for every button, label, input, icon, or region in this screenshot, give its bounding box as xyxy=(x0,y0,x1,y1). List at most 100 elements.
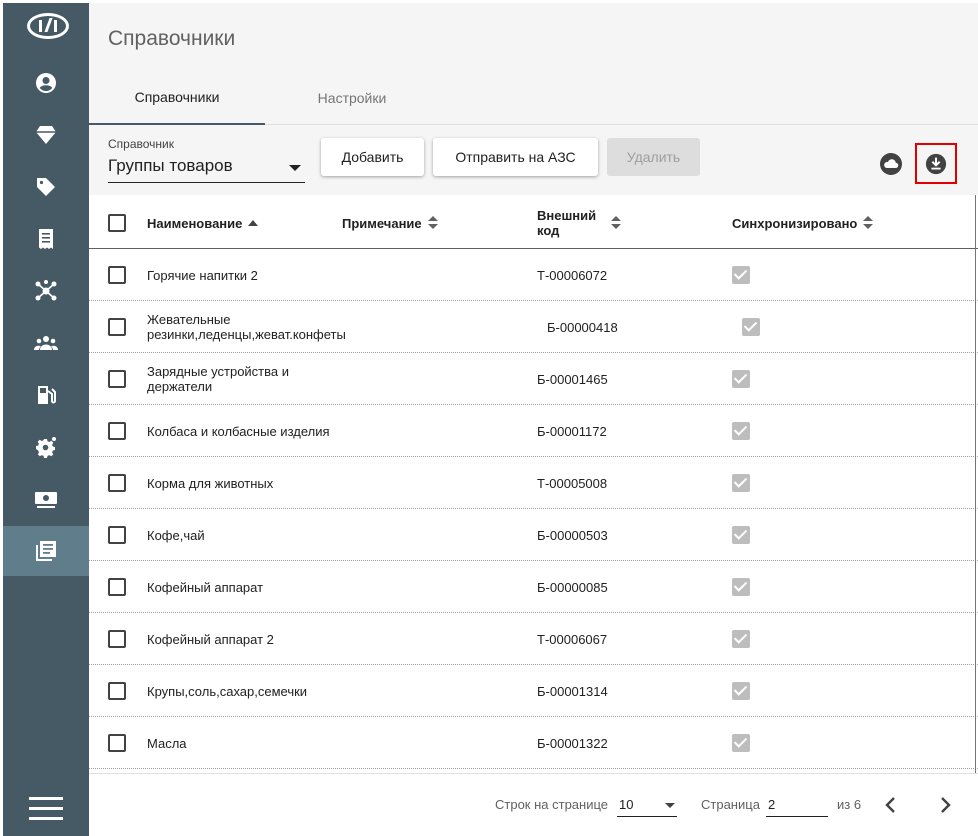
row-name: Колбаса и колбасные изделия xyxy=(147,424,330,439)
table-row[interactable]: Корма для животных Т-00005008 xyxy=(89,457,978,509)
toolbar: Справочник Группы товаров Добавить Отпра… xyxy=(89,125,978,195)
row-checkbox[interactable] xyxy=(108,734,126,752)
table-row[interactable]: Кофейный аппарат 2 Т-00006067 xyxy=(89,613,978,665)
row-external-code: Т-00006067 xyxy=(537,632,608,647)
add-button[interactable]: Добавить xyxy=(321,138,424,176)
row-checkbox[interactable] xyxy=(108,370,126,388)
table-row[interactable]: Кофе,чай Б-00000503 xyxy=(89,509,978,561)
next-page-button[interactable] xyxy=(935,795,955,815)
rows-per-page-label: Строк на странице xyxy=(495,797,609,812)
rows-per-page-select[interactable]: 10 xyxy=(617,793,677,817)
table-row[interactable]: Масла Б-00001322 xyxy=(89,717,978,769)
receipt-icon xyxy=(39,229,53,249)
cloud-icon[interactable] xyxy=(879,152,903,176)
row-external-code: Б-00000503 xyxy=(537,528,608,543)
sidebar-item-tags[interactable] xyxy=(3,162,89,212)
row-external-code: Т-00005008 xyxy=(537,476,608,491)
row-checkbox[interactable] xyxy=(108,318,126,336)
row-name: Зарядные устройства и держатели xyxy=(147,364,290,394)
reference-select-label: Справочник xyxy=(108,137,174,151)
column-header-external-code-label: Внешний код xyxy=(537,208,597,238)
sidebar-item-account[interactable] xyxy=(3,58,89,108)
row-checkbox[interactable] xyxy=(108,578,126,596)
synced-checkbox xyxy=(732,630,750,648)
column-header-note[interactable]: Примечание xyxy=(342,214,438,232)
page-header: Справочники xyxy=(89,3,978,71)
send-to-station-button[interactable]: Отправить на АЗС xyxy=(433,138,598,176)
chevron-left-icon xyxy=(885,797,895,813)
rows-per-page-value: 10 xyxy=(619,797,634,812)
row-name: Крупы,соль,сахар,семечки xyxy=(147,684,308,699)
synced-checkbox xyxy=(732,422,750,440)
column-header-name[interactable]: Наименование xyxy=(147,214,259,232)
page-title: Справочники xyxy=(108,27,236,50)
row-external-code: Б-00000085 xyxy=(537,580,608,595)
sidebar-item-diamond[interactable] xyxy=(3,110,89,160)
sort-icon xyxy=(611,216,621,230)
row-name: Кофейный аппарат xyxy=(147,580,264,595)
pagination-bar: Строк на странице 10 Страница из 6 xyxy=(89,773,978,836)
row-checkbox[interactable] xyxy=(108,422,126,440)
table-row[interactable]: Горячие напитки 2 Т-00006072 xyxy=(89,249,978,301)
row-checkbox[interactable] xyxy=(108,474,126,492)
chevron-right-icon xyxy=(941,797,951,813)
sort-icon xyxy=(427,216,438,230)
sidebar-item-settings[interactable] xyxy=(3,422,89,472)
sidebar-item-network[interactable] xyxy=(3,266,89,316)
table-header: Наименование Примечание Внешний код Синх… xyxy=(89,195,978,249)
download-icon xyxy=(925,153,947,175)
download-button[interactable] xyxy=(915,143,957,184)
synced-checkbox xyxy=(732,734,750,752)
column-header-external-code[interactable]: Внешний код xyxy=(537,207,621,239)
synced-checkbox xyxy=(732,266,750,284)
sort-ascending-icon xyxy=(248,220,259,226)
page-number-input[interactable] xyxy=(766,793,828,817)
row-external-code: Б-00001172 xyxy=(537,424,607,439)
row-checkbox[interactable] xyxy=(108,682,126,700)
select-all-checkbox[interactable] xyxy=(108,214,126,232)
table-row[interactable]: Крупы,соль,сахар,семечки Б-00001314 xyxy=(89,665,978,717)
account-icon xyxy=(36,73,56,93)
column-header-synced[interactable]: Синхронизировано xyxy=(732,214,874,232)
data-table: Наименование Примечание Внешний код Синх… xyxy=(89,195,978,773)
synced-checkbox xyxy=(742,318,760,336)
table-row[interactable]: Жевательные резинки,леденцы,жеват.конфет… xyxy=(89,301,978,353)
menu-hamburger-icon[interactable] xyxy=(29,797,63,821)
tab-references[interactable]: Справочники xyxy=(89,71,265,125)
reference-select[interactable]: Группы товаров xyxy=(108,153,305,183)
users-group-icon xyxy=(34,336,58,350)
sidebar-item-users[interactable] xyxy=(3,318,89,368)
row-checkbox[interactable] xyxy=(108,266,126,284)
row-checkbox[interactable] xyxy=(108,526,126,544)
row-name: Кофейный аппарат 2 xyxy=(147,632,274,647)
delete-button[interactable]: Удалить xyxy=(607,138,700,176)
sidebar-item-references[interactable] xyxy=(3,526,89,576)
tag-icon xyxy=(37,178,55,196)
tab-bar: Справочники Настройки xyxy=(89,71,978,125)
tab-settings[interactable]: Настройки xyxy=(265,71,439,125)
synced-checkbox xyxy=(732,578,750,596)
row-checkbox[interactable] xyxy=(108,630,126,648)
table-row[interactable]: Зарядные устройства и держатели Б-0000146… xyxy=(89,353,978,405)
row-external-code: Б-00001465 xyxy=(537,372,608,387)
table-row[interactable]: Кофейный аппарат Б-00000085 xyxy=(89,561,978,613)
sidebar-item-receipts[interactable] xyxy=(3,214,89,264)
reference-select-value: Группы товаров xyxy=(108,156,233,175)
logo-icon[interactable] xyxy=(27,13,69,39)
network-icon xyxy=(35,280,57,301)
row-name: Корма для животных xyxy=(147,476,274,491)
column-header-note-label: Примечание xyxy=(342,215,422,231)
table-row[interactable]: Колбаса и колбасные изделия Б-00001172 xyxy=(89,405,978,457)
sort-icon xyxy=(863,216,874,230)
row-external-code: Т-00006072 xyxy=(537,268,608,283)
prev-page-button[interactable] xyxy=(881,795,901,815)
row-external-code: Б-00000418 xyxy=(547,320,618,335)
synced-checkbox xyxy=(732,526,750,544)
sidebar-item-money[interactable] xyxy=(3,474,89,524)
row-name: Кофе,чай xyxy=(147,528,205,543)
money-icon xyxy=(35,492,57,508)
sidebar-item-stations[interactable] xyxy=(3,370,89,420)
row-name: Жевательные резинки,леденцы,жеват.конфет… xyxy=(147,312,346,342)
column-header-synced-label: Синхронизировано xyxy=(732,215,858,231)
fuel-station-icon xyxy=(38,386,56,404)
